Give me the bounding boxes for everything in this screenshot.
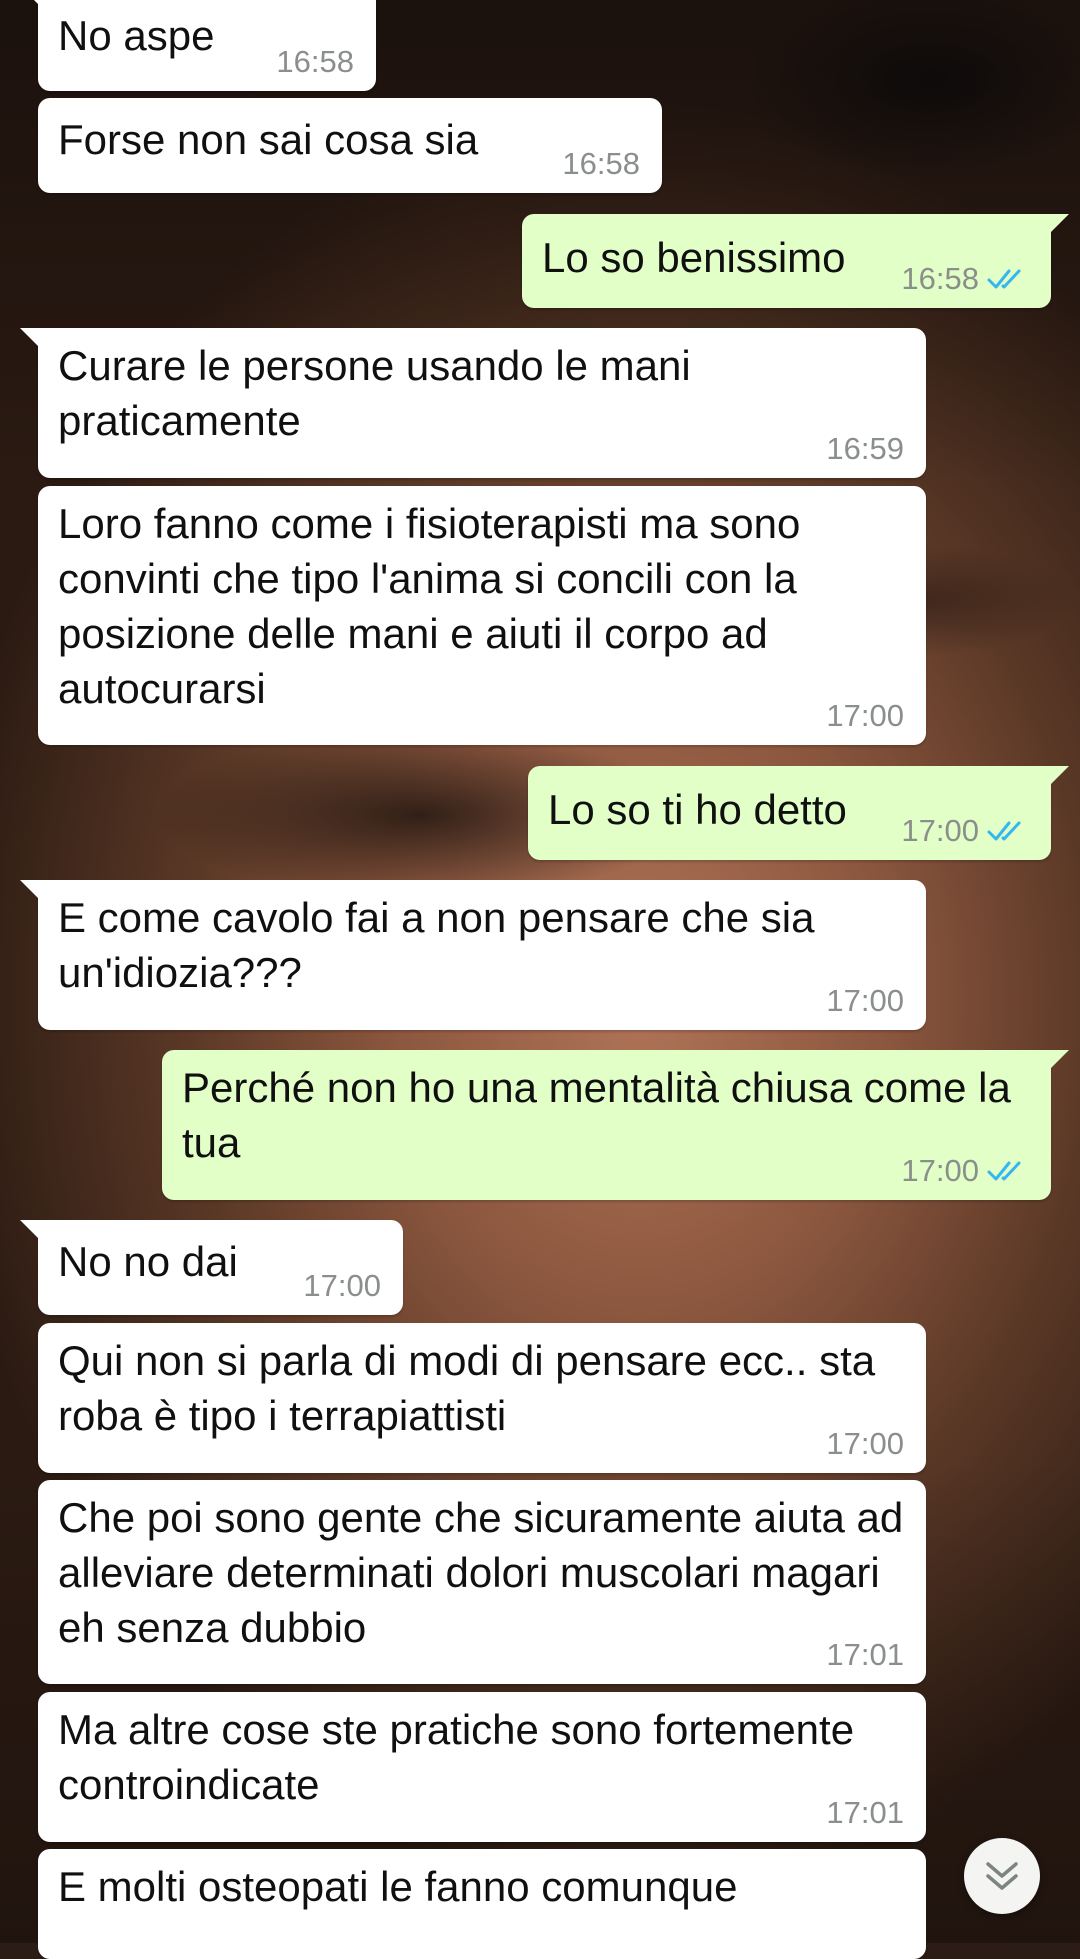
message-text: Che poi sono gente che sicuramente aiuta… xyxy=(58,1494,904,1651)
message-text: No no dai xyxy=(58,1238,238,1285)
message-meta: 17:01 xyxy=(826,1639,904,1670)
message-list[interactable]: No aspe 16:58 Forse non sai cosa sia 16:… xyxy=(0,0,1080,1959)
message-text: Perché non ho una mentalità chiusa come … xyxy=(182,1064,1011,1166)
message-incoming[interactable]: E come cavolo fai a non pensare che sia … xyxy=(20,880,926,1030)
message-time: 16:58 xyxy=(276,44,354,79)
message-meta: 17:00 xyxy=(826,985,904,1016)
message-meta: 16:58 xyxy=(276,46,354,77)
double-chevron-down-icon xyxy=(986,1862,1018,1890)
message-time: 17:00 xyxy=(826,698,904,733)
message-meta: 17:00 xyxy=(826,1428,904,1459)
message-time: 17:00 xyxy=(901,1153,979,1188)
double-check-read-icon xyxy=(987,269,1021,288)
message-text: E molti osteopati le fanno comunque xyxy=(58,1863,738,1910)
message-text: Ma altre cose ste pratiche sono fortemen… xyxy=(58,1706,855,1808)
message-meta: 16:58 xyxy=(562,148,640,179)
message-text: Lo so benissimo xyxy=(542,234,846,281)
message-time: 17:00 xyxy=(826,983,904,1018)
message-incoming[interactable]: Curare le persone usando le mani pratica… xyxy=(20,328,926,478)
message-text: No aspe xyxy=(58,12,215,59)
message-text: Lo so ti ho detto xyxy=(548,786,847,833)
message-time: 17:00 xyxy=(303,1268,381,1303)
message-text: Forse non sai cosa sia xyxy=(58,116,479,163)
message-time: 16:58 xyxy=(901,261,979,296)
message-meta: 16:59 xyxy=(826,433,904,464)
message-incoming[interactable]: Che poi sono gente che sicuramente aiuta… xyxy=(38,1480,926,1684)
double-check-read-icon xyxy=(987,821,1021,840)
message-outgoing[interactable]: Lo so benissimo 16:58 xyxy=(522,214,1069,308)
message-outgoing[interactable]: Perché non ho una mentalità chiusa come … xyxy=(162,1050,1069,1200)
message-incoming[interactable]: Loro fanno come i fisioterapisti ma sono… xyxy=(38,486,926,745)
message-time: 17:01 xyxy=(826,1795,904,1830)
message-text: E come cavolo fai a non pensare che sia … xyxy=(58,894,815,996)
message-text: Qui non si parla di modi di pensare ecc.… xyxy=(58,1337,876,1439)
message-text: Curare le persone usando le mani pratica… xyxy=(58,342,691,444)
message-time: 16:59 xyxy=(826,431,904,466)
message-incoming[interactable]: Forse non sai cosa sia 16:58 xyxy=(38,98,662,193)
double-check-read-icon xyxy=(987,1161,1021,1180)
message-time: 16:58 xyxy=(562,146,640,181)
message-meta: 17:00 xyxy=(303,1270,381,1301)
message-meta: 17:01 xyxy=(826,1797,904,1828)
message-meta: 16:58 xyxy=(901,263,1029,294)
message-time: 17:00 xyxy=(901,813,979,848)
message-text: Loro fanno come i fisioterapisti ma sono… xyxy=(58,500,801,712)
message-incoming[interactable]: No aspe 16:58 xyxy=(20,0,376,91)
scroll-to-bottom-button[interactable] xyxy=(964,1838,1040,1914)
message-meta: 17:00 xyxy=(901,815,1029,846)
message-incoming[interactable]: Ma altre cose ste pratiche sono fortemen… xyxy=(38,1692,926,1842)
message-incoming[interactable]: No no dai 17:00 xyxy=(20,1220,403,1315)
message-meta: 17:00 xyxy=(826,700,904,731)
message-time: 17:01 xyxy=(826,1637,904,1672)
message-meta: 17:00 xyxy=(901,1155,1029,1186)
message-incoming[interactable]: Qui non si parla di modi di pensare ecc.… xyxy=(38,1323,926,1473)
message-outgoing[interactable]: Lo so ti ho detto 17:00 xyxy=(528,766,1069,860)
message-time: 17:00 xyxy=(826,1426,904,1461)
